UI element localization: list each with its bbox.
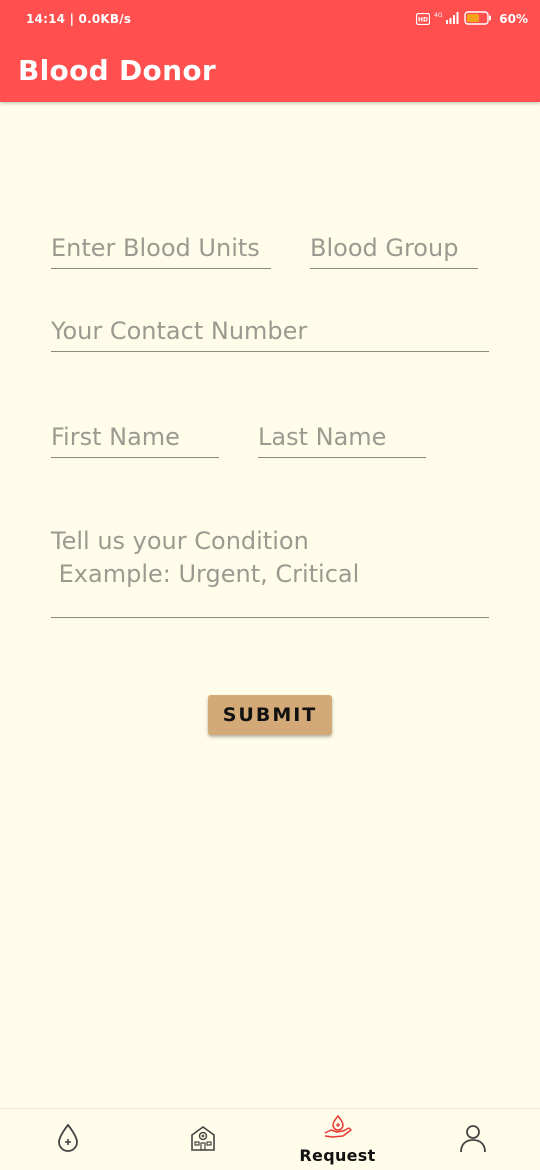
- blood-units-input[interactable]: Enter Blood Units: [51, 232, 271, 269]
- status-bar: 14:14 | 0.0KB/s HD 4G 60%: [0, 0, 540, 40]
- blood-group-input[interactable]: Blood Group: [310, 232, 478, 269]
- first-name-input[interactable]: First Name: [51, 421, 219, 458]
- contact-number-placeholder: Your Contact Number: [51, 317, 308, 345]
- nav-item-request[interactable]: Request: [270, 1109, 405, 1170]
- signal-icon: 4G: [434, 10, 460, 29]
- condition-placeholder: Tell us your Condition Example: Urgent, …: [51, 527, 360, 588]
- last-name-placeholder: Last Name: [258, 423, 387, 451]
- nav-item-donate[interactable]: [0, 1109, 135, 1170]
- hospital-icon: [189, 1124, 217, 1156]
- bottom-nav: Request: [0, 1108, 540, 1170]
- condition-input[interactable]: Tell us your Condition Example: Urgent, …: [51, 525, 489, 618]
- blood-drop-icon: [55, 1123, 81, 1157]
- page-title: Blood Donor: [18, 54, 216, 87]
- network-type: 4G: [434, 12, 443, 19]
- nav-item-hospital[interactable]: [135, 1109, 270, 1170]
- blood-group-placeholder: Blood Group: [310, 234, 459, 262]
- nav-label-request: Request: [299, 1146, 376, 1165]
- profile-icon: [458, 1123, 488, 1157]
- contact-number-input[interactable]: Your Contact Number: [51, 315, 489, 352]
- svg-text:HD: HD: [418, 16, 428, 23]
- battery-percent: 60%: [499, 12, 528, 26]
- battery-icon: [464, 10, 492, 29]
- first-name-placeholder: First Name: [51, 423, 180, 451]
- request-hand-icon: [323, 1114, 353, 1145]
- status-time-speed: 14:14 | 0.0KB/s: [26, 12, 132, 26]
- last-name-input[interactable]: Last Name: [258, 421, 426, 458]
- submit-button[interactable]: SUBMIT: [208, 695, 332, 735]
- status-icons: HD 4G 60%: [416, 10, 528, 28]
- app-header: 14:14 | 0.0KB/s HD 4G 60% Blood Donor: [0, 0, 540, 102]
- nav-item-profile[interactable]: [405, 1109, 540, 1170]
- blood-units-placeholder: Enter Blood Units: [51, 234, 260, 262]
- volte-icon: HD: [416, 10, 431, 29]
